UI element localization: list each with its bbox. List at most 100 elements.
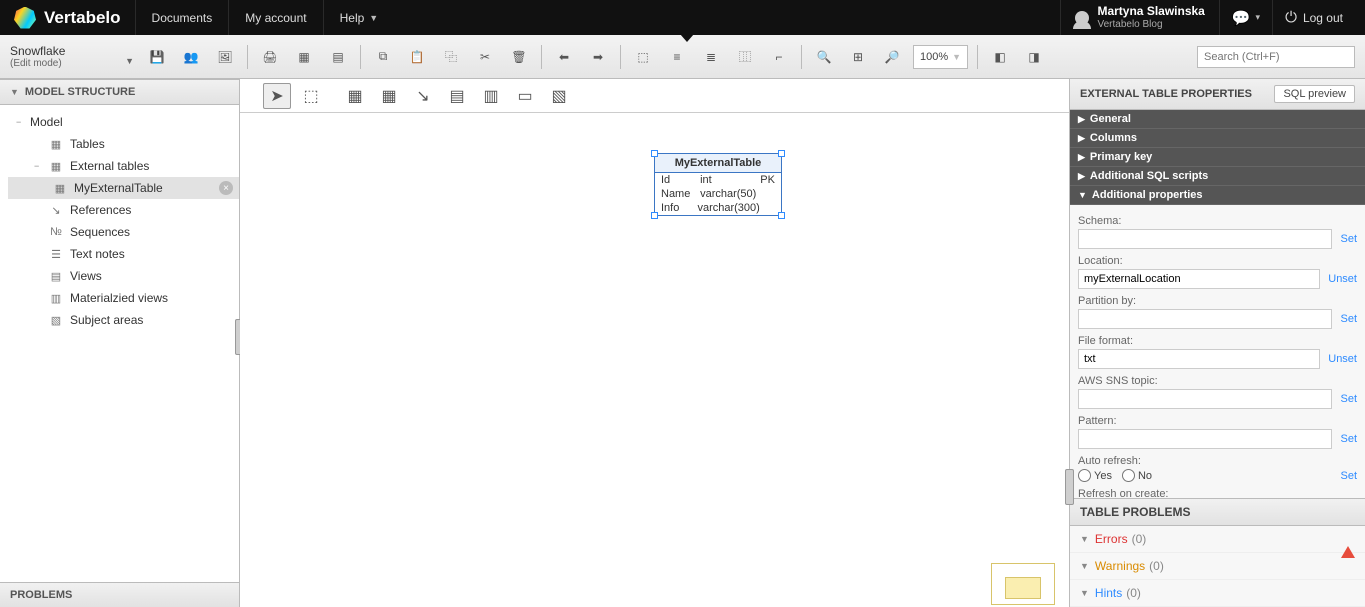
tree-text-notes[interactable]: ☰Text notes — [8, 243, 239, 265]
redo-button[interactable]: ➡ — [583, 42, 613, 72]
feedback-button[interactable]: 💬▾ — [1219, 0, 1272, 35]
entity-my-external-table[interactable]: MyExternalTable IdintPKNamevarchar(50)In… — [654, 153, 782, 216]
sql-export-button[interactable]: ▦ — [289, 42, 319, 72]
duplicate-button[interactable]: ⿻ — [436, 42, 466, 72]
nav-documents[interactable]: Documents — [135, 0, 229, 35]
cut-button[interactable]: ✂ — [470, 42, 500, 72]
distribute-button[interactable]: ⿲ — [730, 42, 760, 72]
fileformat-input[interactable] — [1078, 349, 1320, 369]
paste-button[interactable]: 📋 — [402, 42, 432, 72]
radio-input[interactable] — [1078, 469, 1091, 482]
problems-warnings-row[interactable]: ▼Warnings(0) — [1070, 553, 1365, 580]
col-key — [759, 188, 775, 200]
image-export-button[interactable]: 🖼 — [210, 42, 240, 72]
print-button[interactable]: 🖨 — [255, 42, 285, 72]
location-input[interactable] — [1078, 269, 1320, 289]
diagram-canvas[interactable]: MyExternalTable IdintPKNamevarchar(50)In… — [240, 113, 1069, 607]
problems-header[interactable]: PROBLEMS — [0, 582, 239, 607]
nav-my-account[interactable]: My account — [228, 0, 322, 35]
problems-errors-row[interactable]: ▼Errors(0) — [1070, 526, 1365, 553]
resize-handle[interactable] — [778, 150, 785, 157]
tree-views[interactable]: ▤Views — [8, 265, 239, 287]
align-center-button[interactable]: ≣ — [696, 42, 726, 72]
section-primary-key[interactable]: ▶Primary key — [1070, 148, 1365, 167]
partition-set-link[interactable]: Set — [1340, 313, 1357, 325]
snap-button[interactable]: ⌐ — [764, 42, 794, 72]
selection-tool[interactable]: ⬚ — [297, 83, 325, 109]
partition-input[interactable] — [1078, 309, 1332, 329]
field-partition: Partition by: Set — [1078, 295, 1357, 329]
section-general[interactable]: ▶General — [1070, 110, 1365, 129]
undo-button[interactable]: ⬅ — [549, 42, 579, 72]
separator — [360, 45, 361, 69]
pattern-set-link[interactable]: Set — [1340, 433, 1357, 445]
toolbar-buttons: 💾 👥 🖼 🖨 ▦ ▤ ⧉ 📋 ⿻ ✂ 🗑 ⬅ ➡ ⬚ ≡ ≣ ⿲ ⌐ 🔍 ⊞ … — [140, 35, 1051, 78]
add-view-tool[interactable]: ▤ — [443, 83, 471, 109]
collapse-icon: − — [16, 117, 26, 127]
chevron-down-icon: ▼ — [1080, 561, 1089, 571]
close-icon[interactable]: × — [219, 181, 233, 195]
problems-count: (0) — [1132, 532, 1147, 546]
autolayout-button[interactable]: ⬚ — [628, 42, 658, 72]
zoom-out-button[interactable]: 🔍 — [809, 42, 839, 72]
model-selector[interactable]: Snowflake (Edit mode) ▼ — [0, 40, 140, 73]
add-reference-tool[interactable]: ↘ — [409, 83, 437, 109]
resize-handle[interactable] — [651, 212, 658, 219]
zoom-in-button[interactable]: 🔎 — [877, 42, 907, 72]
power-icon: ⏻ — [1285, 9, 1297, 26]
schema-input[interactable] — [1078, 229, 1332, 249]
problems-hints-row[interactable]: ▼Hints(0) — [1070, 580, 1365, 607]
autorefresh-no[interactable]: No — [1122, 469, 1152, 482]
tree-references[interactable]: ↘References — [8, 199, 239, 221]
pointer-tool[interactable]: ➤ — [263, 83, 291, 109]
add-mat-view-tool[interactable]: ▥ — [477, 83, 505, 109]
minimap-widget[interactable] — [991, 563, 1055, 605]
add-external-table-tool[interactable]: ▦ — [375, 83, 403, 109]
autorefresh-set-link[interactable]: Set — [1340, 470, 1357, 482]
pattern-input[interactable] — [1078, 429, 1332, 449]
toggle-right-panel-button[interactable]: ◨ — [1019, 42, 1049, 72]
autorefresh-yes[interactable]: Yes — [1078, 469, 1112, 482]
add-note-tool[interactable]: ▭ — [511, 83, 539, 109]
user-menu[interactable]: Martyna Slawinska Vertabelo Blog — [1060, 0, 1218, 35]
radio-input[interactable] — [1122, 469, 1135, 482]
doc-export-button[interactable]: ▤ — [323, 42, 353, 72]
nav-help[interactable]: Help▼ — [323, 0, 395, 35]
tree-subject-areas[interactable]: ▧Subject areas — [8, 309, 239, 331]
fileformat-unset-link[interactable]: Unset — [1328, 353, 1357, 365]
location-unset-link[interactable]: Unset — [1328, 273, 1357, 285]
copy-button[interactable]: ⧉ — [368, 42, 398, 72]
search-input[interactable] — [1197, 46, 1355, 68]
save-button[interactable]: 💾 — [142, 42, 172, 72]
add-area-tool[interactable]: ▧ — [545, 83, 573, 109]
sns-input[interactable] — [1078, 389, 1332, 409]
toggle-left-panel-button[interactable]: ◧ — [985, 42, 1015, 72]
delete-button[interactable]: 🗑 — [504, 42, 534, 72]
tree-my-external-table[interactable]: ▦MyExternalTable× — [8, 177, 239, 199]
tree-tables[interactable]: ▦Tables — [8, 133, 239, 155]
brand-logo[interactable]: Vertabelo — [0, 7, 135, 29]
col-key: PK — [759, 174, 775, 186]
tree-sequences[interactable]: №Sequences — [8, 221, 239, 243]
add-table-tool[interactable]: ▦ — [341, 83, 369, 109]
tree-root-model[interactable]: −Model — [8, 111, 239, 133]
sql-preview-button[interactable]: SQL preview — [1274, 85, 1355, 103]
share-button[interactable]: 👥 — [176, 42, 206, 72]
schema-set-link[interactable]: Set — [1340, 233, 1357, 245]
resize-handle[interactable] — [778, 212, 785, 219]
resize-handle[interactable] — [651, 150, 658, 157]
section-columns[interactable]: ▶Columns — [1070, 129, 1365, 148]
model-structure-header[interactable]: ▼MODEL STRUCTURE — [0, 79, 239, 105]
logout-button[interactable]: ⏻Log out — [1272, 0, 1355, 35]
zoom-fit-button[interactable]: ⊞ — [843, 42, 873, 72]
model-title: Snowflake — [10, 44, 120, 58]
align-left-button[interactable]: ≡ — [662, 42, 692, 72]
tree-external-tables[interactable]: −▦External tables — [8, 155, 239, 177]
section-sql-scripts[interactable]: ▶Additional SQL scripts — [1070, 167, 1365, 186]
sns-set-link[interactable]: Set — [1340, 393, 1357, 405]
zoom-level[interactable]: 100%▼ — [913, 45, 968, 69]
right-resize-handle[interactable] — [1065, 469, 1074, 505]
properties-sections: ▶General ▶Columns ▶Primary key ▶Addition… — [1070, 110, 1365, 498]
tree-materialized-views[interactable]: ▥Materialzied views — [8, 287, 239, 309]
section-additional-properties[interactable]: ▼Additional properties — [1070, 186, 1365, 205]
